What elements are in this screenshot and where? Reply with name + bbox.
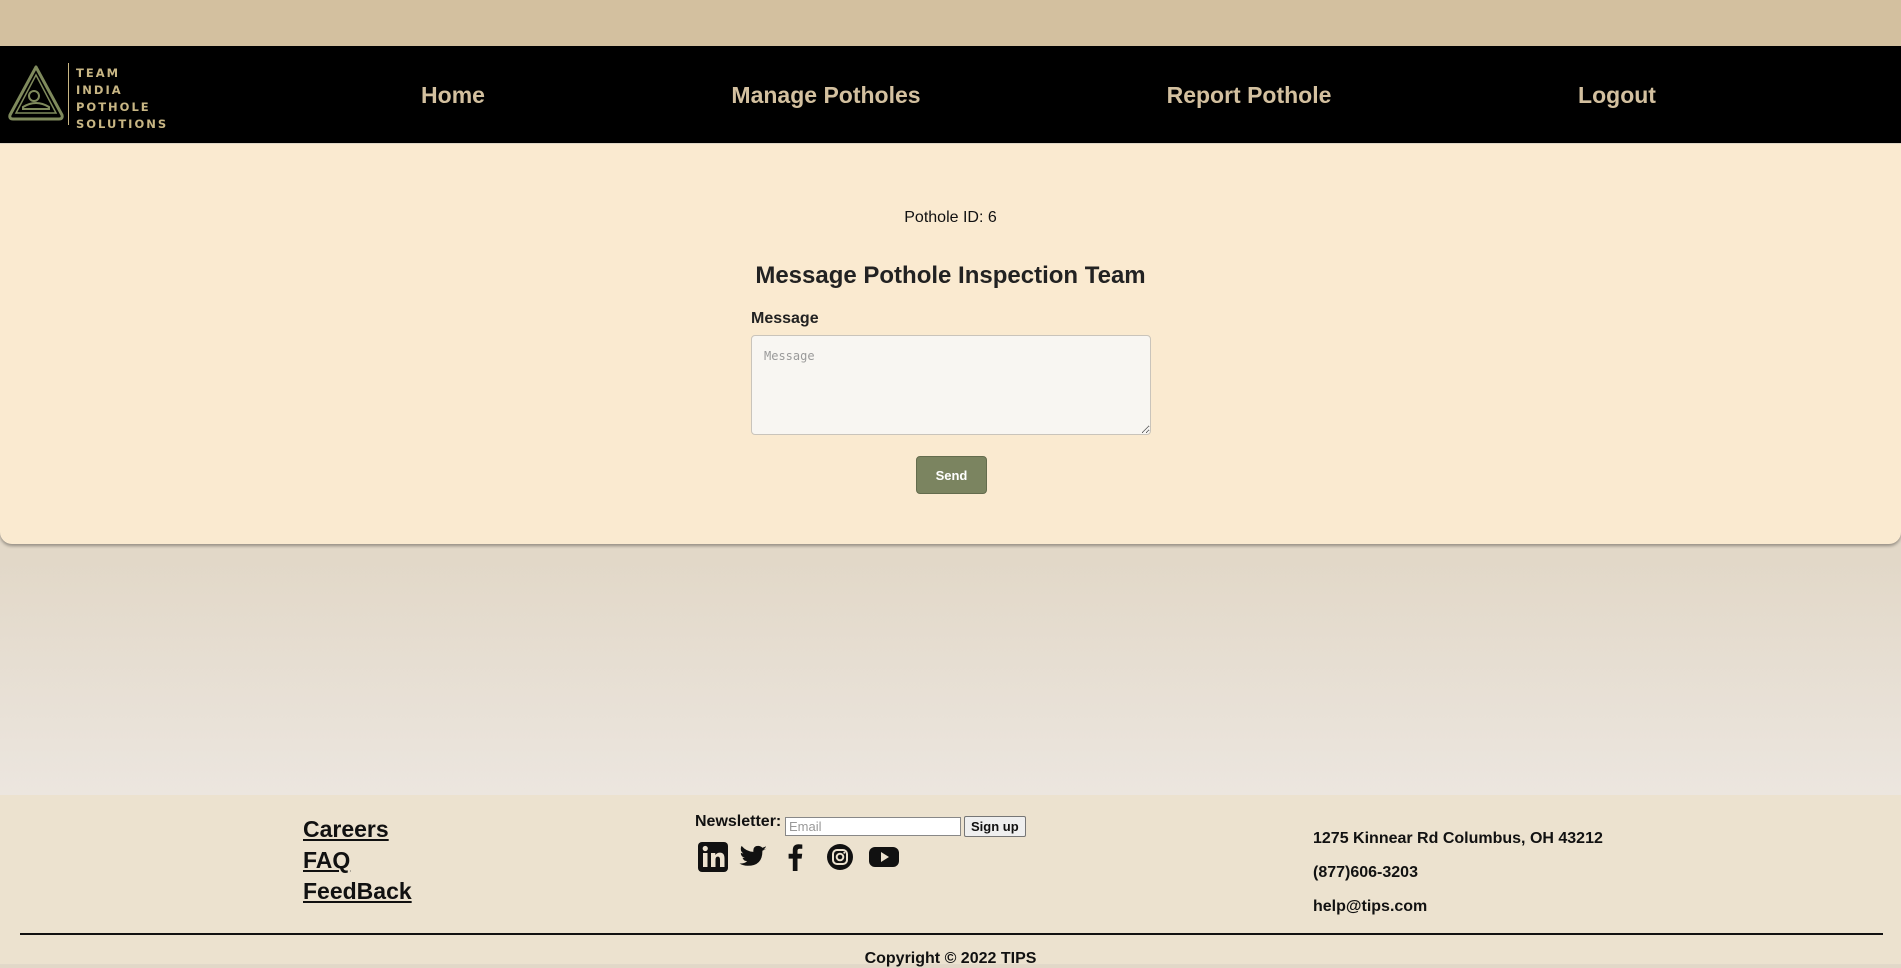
- logo-text: TEAM INDIA POTHOLE SOLUTIONS: [76, 65, 168, 133]
- instagram-icon[interactable]: [823, 840, 857, 874]
- top-band: [0, 0, 1901, 46]
- youtube-icon[interactable]: [867, 840, 901, 874]
- facebook-icon[interactable]: [778, 840, 812, 874]
- footer-divider: [20, 933, 1883, 935]
- nav-report-pothole[interactable]: Report Pothole: [1167, 82, 1332, 109]
- form-title: Message Pothole Inspection Team: [755, 262, 1146, 289]
- pothole-id: Pothole ID: 6: [904, 209, 997, 226]
- message-label: Message: [751, 310, 819, 327]
- navbar: TEAM INDIA POTHOLE SOLUTIONS Home Manage…: [0, 46, 1901, 143]
- twitter-icon[interactable]: [736, 840, 770, 874]
- logo-line: SOLUTIONS: [76, 117, 169, 131]
- logo-line: INDIA: [76, 83, 123, 97]
- contact-address: 1275 Kinnear Rd Columbus, OH 43212: [1313, 830, 1603, 847]
- logo-divider: [68, 63, 69, 125]
- contact-phone: (877)606-3203: [1313, 864, 1418, 881]
- message-input[interactable]: [751, 335, 1151, 435]
- logo-line: TEAM: [76, 66, 121, 80]
- logo[interactable]: TEAM INDIA POTHOLE SOLUTIONS: [6, 61, 166, 131]
- nav-home[interactable]: Home: [421, 82, 485, 109]
- newsletter-email-input[interactable]: [785, 817, 961, 836]
- nav-manage-potholes[interactable]: Manage Potholes: [731, 82, 920, 109]
- linkedin-icon[interactable]: [696, 840, 730, 874]
- footer-link-faq[interactable]: FAQ: [303, 847, 350, 874]
- pothole-logo-icon: [8, 65, 64, 121]
- footer: Careers FAQ FeedBack Newsletter: Sign up…: [0, 795, 1901, 967]
- nav-logout[interactable]: Logout: [1578, 82, 1656, 109]
- newsletter-signup-button[interactable]: Sign up: [964, 816, 1026, 837]
- contact-email[interactable]: help@tips.com: [1313, 898, 1427, 916]
- copyright: Copyright © 2022 TIPS: [864, 950, 1037, 967]
- newsletter-label: Newsletter:: [695, 813, 782, 830]
- footer-link-careers[interactable]: Careers: [303, 816, 389, 843]
- send-button[interactable]: Send: [916, 456, 987, 494]
- footer-link-feedback[interactable]: FeedBack: [303, 878, 412, 905]
- logo-line: POTHOLE: [76, 100, 151, 114]
